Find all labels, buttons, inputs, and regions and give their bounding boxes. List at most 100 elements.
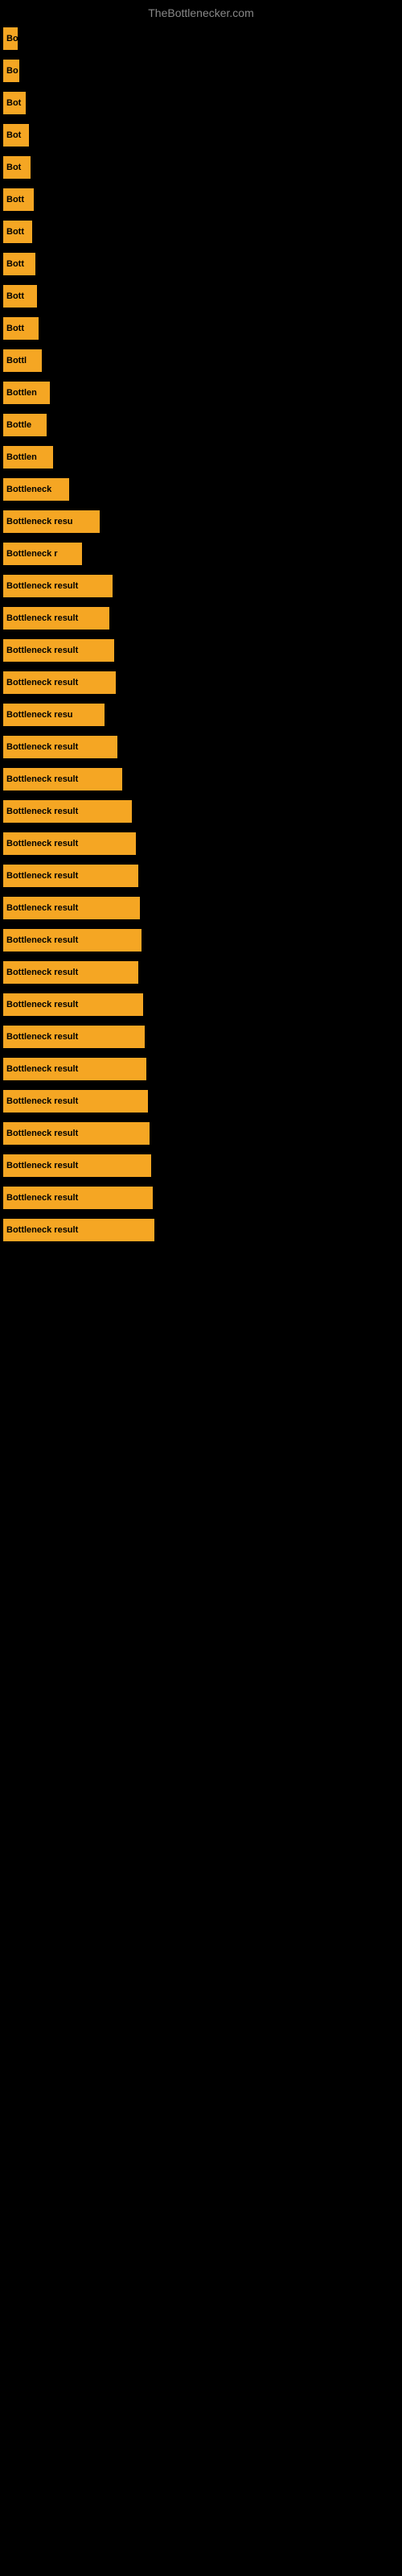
bar: Bott bbox=[3, 285, 37, 308]
bar-row: Bottleneck result bbox=[0, 924, 402, 956]
bar-label: Bottleneck result bbox=[6, 903, 78, 913]
bar-row: Bottleneck result bbox=[0, 1021, 402, 1053]
bar-row: Bottleneck result bbox=[0, 828, 402, 860]
bar-row: Bott bbox=[0, 312, 402, 345]
bar: Bottleneck result bbox=[3, 929, 142, 952]
bar-label: Bottleneck result bbox=[6, 839, 78, 848]
bar: Bo bbox=[3, 27, 18, 50]
bar-label: Bottleneck result bbox=[6, 935, 78, 945]
bar: Bottleneck result bbox=[3, 1187, 153, 1209]
bar-label: Bott bbox=[6, 291, 24, 301]
bar-label: Bo bbox=[6, 34, 18, 43]
bar-label: Bottl bbox=[6, 356, 27, 365]
bar-row: Bottl bbox=[0, 345, 402, 377]
bar: Bottleneck result bbox=[3, 1090, 148, 1113]
bar: Bottleneck result bbox=[3, 607, 109, 630]
bar: Bottleneck r bbox=[3, 543, 82, 565]
bar-row: Bott bbox=[0, 216, 402, 248]
bar-row: Bottlen bbox=[0, 377, 402, 409]
bar-row: Bottleneck result bbox=[0, 1182, 402, 1214]
bar: Bottleneck result bbox=[3, 832, 136, 855]
bar: Bottleneck result bbox=[3, 575, 113, 597]
bar-row: Bo bbox=[0, 23, 402, 55]
bar: Bottleneck result bbox=[3, 865, 138, 887]
bar: Bottleneck result bbox=[3, 768, 122, 791]
bar-row: Bottleneck result bbox=[0, 1117, 402, 1150]
bar-row: Bottleneck bbox=[0, 473, 402, 506]
bar-label: Bottleneck resu bbox=[6, 517, 73, 526]
bar: Bottlen bbox=[3, 446, 53, 469]
bar: Bottleneck result bbox=[3, 1026, 145, 1048]
bar: Bot bbox=[3, 156, 31, 179]
bar-label: Bot bbox=[6, 163, 21, 172]
bar: Bottleneck result bbox=[3, 1122, 150, 1145]
bar: Bottl bbox=[3, 349, 42, 372]
bar-row: Bottleneck result bbox=[0, 892, 402, 924]
bar-label: Bottleneck resu bbox=[6, 710, 73, 720]
bar: Bottlen bbox=[3, 382, 50, 404]
bar: Bott bbox=[3, 188, 34, 211]
bar-row: Bottleneck result bbox=[0, 860, 402, 892]
bar-label: Bottleneck result bbox=[6, 1064, 78, 1074]
bar: Bottleneck result bbox=[3, 1058, 146, 1080]
bar: Bot bbox=[3, 124, 29, 147]
bar-label: Bott bbox=[6, 195, 24, 204]
bar-label: Bot bbox=[6, 98, 21, 108]
bar-row: Bottle bbox=[0, 409, 402, 441]
bar-label: Bottleneck result bbox=[6, 1225, 78, 1235]
bar-label: Bottle bbox=[6, 420, 31, 430]
bar: Bottleneck result bbox=[3, 736, 117, 758]
bar: Bottleneck result bbox=[3, 800, 132, 823]
bar-row: Bot bbox=[0, 87, 402, 119]
bar-label: Bottleneck result bbox=[6, 581, 78, 591]
bar: Bott bbox=[3, 253, 35, 275]
bar-row: Bot bbox=[0, 151, 402, 184]
bar-row: Bottleneck result bbox=[0, 667, 402, 699]
bar: Bott bbox=[3, 221, 32, 243]
bar-row: Bo bbox=[0, 55, 402, 87]
bar-row: Bottleneck result bbox=[0, 989, 402, 1021]
bar-row: Bottleneck result bbox=[0, 634, 402, 667]
bar: Bottleneck bbox=[3, 478, 69, 501]
bar: Bottleneck result bbox=[3, 961, 138, 984]
bar-row: Bott bbox=[0, 184, 402, 216]
bar-label: Bottleneck result bbox=[6, 1032, 78, 1042]
bar-label: Bo bbox=[6, 66, 18, 76]
bar-row: Bottleneck resu bbox=[0, 699, 402, 731]
bar-row: Bottleneck result bbox=[0, 1214, 402, 1246]
bar: Bottleneck result bbox=[3, 993, 143, 1016]
bar: Bottleneck result bbox=[3, 639, 114, 662]
bar-label: Bottleneck r bbox=[6, 549, 58, 559]
bar-row: Bottleneck result bbox=[0, 956, 402, 989]
bar-label: Bottleneck result bbox=[6, 678, 78, 687]
bar: Bottleneck resu bbox=[3, 510, 100, 533]
bar-label: Bottleneck result bbox=[6, 613, 78, 623]
bar-row: Bottleneck result bbox=[0, 795, 402, 828]
bar-label: Bottleneck result bbox=[6, 807, 78, 816]
bar-label: Bottleneck result bbox=[6, 1129, 78, 1138]
bar-label: Bottleneck result bbox=[6, 1161, 78, 1170]
bar-row: Bottleneck result bbox=[0, 570, 402, 602]
bar: Bottle bbox=[3, 414, 47, 436]
bar-label: Bottleneck result bbox=[6, 774, 78, 784]
bar-row: Bottleneck result bbox=[0, 763, 402, 795]
bar-label: Bott bbox=[6, 259, 24, 269]
bar-label: Bottleneck bbox=[6, 485, 51, 494]
bar-label: Bottleneck result bbox=[6, 646, 78, 655]
bar-row: Bott bbox=[0, 280, 402, 312]
bar-row: Bottleneck resu bbox=[0, 506, 402, 538]
bar-row: Bottleneck result bbox=[0, 1085, 402, 1117]
bar: Bottleneck result bbox=[3, 897, 140, 919]
bar-label: Bott bbox=[6, 227, 24, 237]
bar-row: Bott bbox=[0, 248, 402, 280]
bar-label: Bott bbox=[6, 324, 24, 333]
bar: Bott bbox=[3, 317, 39, 340]
bar: Bottleneck result bbox=[3, 1219, 154, 1241]
bar-label: Bottleneck result bbox=[6, 968, 78, 977]
bar-row: Bottleneck result bbox=[0, 1150, 402, 1182]
bar: Bot bbox=[3, 92, 26, 114]
bar-row: Bottleneck result bbox=[0, 731, 402, 763]
bar: Bottleneck resu bbox=[3, 704, 105, 726]
bar: Bo bbox=[3, 60, 19, 82]
bar-row: Bottleneck r bbox=[0, 538, 402, 570]
